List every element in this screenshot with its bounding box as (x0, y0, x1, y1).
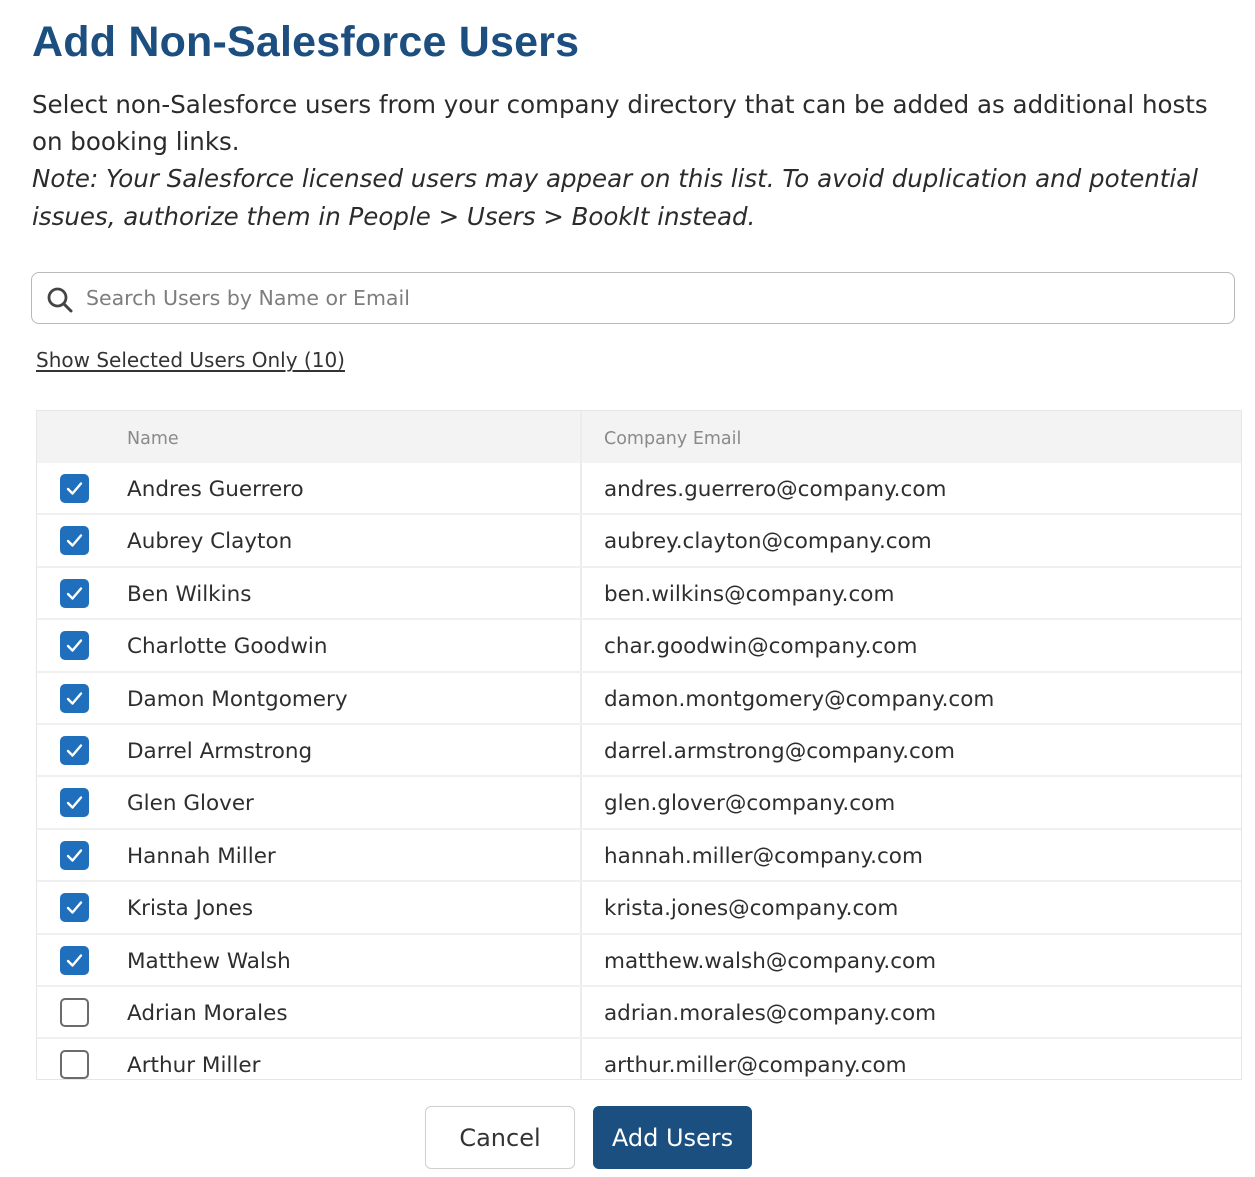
search-input[interactable] (86, 273, 1216, 323)
checkmark-icon (66, 744, 83, 757)
row-checkbox[interactable] (60, 631, 89, 661)
row-checkbox[interactable] (60, 578, 89, 608)
table-row[interactable]: Damon Montgomery damon.montgomery@company… (37, 673, 1241, 725)
row-checkbox[interactable] (60, 997, 89, 1027)
table-header: Name Company Email (37, 411, 1241, 463)
checkmark-icon (66, 901, 83, 914)
row-checkbox[interactable] (60, 840, 89, 870)
add-users-button[interactable]: Add Users (593, 1106, 752, 1169)
table-row[interactable]: Adrian Morales adrian.morales@company.com (37, 987, 1241, 1040)
checkmark-icon (66, 482, 83, 495)
add-users-dialog: Add Non-Salesforce Users Select non-Sale… (0, 0, 1255, 1177)
show-selected-users-link[interactable]: Show Selected Users Only (10) (36, 348, 345, 372)
user-name: Charlotte Goodwin (127, 634, 328, 660)
user-name: Darrel Armstrong (127, 738, 313, 764)
user-name: Glen Glover (127, 791, 254, 817)
dialog-title: Add Non-Salesforce Users (32, 18, 580, 66)
dialog-description: Select non-Salesforce users from your co… (32, 90, 1208, 156)
user-name: Krista Jones (127, 896, 254, 922)
user-name: Hannah Miller (127, 843, 276, 869)
row-checkbox[interactable] (60, 735, 89, 765)
table-row[interactable]: Ben Wilkins ben.wilkins@company.com (37, 568, 1241, 621)
search-icon (46, 286, 74, 314)
user-email: hannah.miller@company.com (604, 843, 923, 869)
row-checkbox[interactable] (60, 893, 89, 923)
search-box[interactable] (31, 272, 1235, 324)
user-email: char.goodwin@company.com (604, 634, 918, 660)
table-row[interactable]: Arthur Miller arthur.miller@company.com (37, 1039, 1241, 1079)
users-table: Name Company Email Andres Guerrero andres… (36, 410, 1242, 1080)
user-email: matthew.walsh@company.com (604, 948, 937, 974)
user-email: andres.guerrero@company.com (604, 477, 947, 502)
user-name: Damon Montgomery (127, 686, 348, 712)
cancel-button[interactable]: Cancel (425, 1106, 575, 1169)
user-name: Ben Wilkins (127, 581, 252, 607)
checkmark-icon (66, 953, 83, 967)
user-email: aubrey.clayton@company.com (604, 529, 932, 555)
table-row[interactable]: Matthew Walsh matthew.walsh@company.com (37, 935, 1241, 987)
table-row[interactable]: Hannah Miller hannah.miller@company.com (37, 830, 1241, 883)
table-row[interactable]: Andres Guerrero andres.guerrero@company.c… (37, 463, 1241, 516)
user-email: darrel.armstrong@company.com (604, 738, 955, 764)
user-email: arthur.miller@company.com (604, 1053, 907, 1079)
checkmark-icon (66, 534, 83, 548)
row-checkbox[interactable] (60, 788, 89, 818)
table-row[interactable]: Glen Glover glen.glover@company.com (37, 777, 1241, 830)
checkmark-icon (66, 587, 83, 600)
table-body: Andres Guerrero andres.guerrero@company.c… (37, 463, 1241, 1079)
checkmark-icon (66, 796, 83, 810)
user-name: Matthew Walsh (127, 948, 291, 974)
checkmark-icon (66, 849, 83, 862)
user-email: krista.jones@company.com (604, 896, 899, 922)
user-email: ben.wilkins@company.com (604, 581, 895, 607)
user-email: glen.glover@company.com (604, 791, 896, 817)
checkmark-icon (66, 691, 83, 705)
column-header-email[interactable]: Company Email (604, 411, 741, 463)
table-row[interactable]: Krista Jones krista.jones@company.com (37, 882, 1241, 935)
user-email: adrian.morales@company.com (604, 1000, 937, 1026)
column-header-name[interactable]: Name (127, 411, 179, 463)
user-name: Arthur Miller (127, 1053, 261, 1079)
user-name: Andres Guerrero (127, 477, 304, 502)
row-checkbox[interactable] (60, 526, 89, 556)
user-email: damon.montgomery@company.com (604, 686, 995, 712)
user-name: Aubrey Clayton (127, 529, 293, 555)
table-row[interactable]: Aubrey Clayton aubrey.clayton@company.com (37, 515, 1241, 568)
table-row[interactable]: Charlotte Goodwin char.goodwin@company.co… (37, 620, 1241, 673)
user-name: Adrian Morales (127, 1000, 288, 1026)
row-checkbox[interactable] (60, 474, 89, 503)
checkmark-icon (66, 639, 83, 652)
row-checkbox[interactable] (60, 1050, 89, 1079)
table-row[interactable]: Darrel Armstrong darrel.armstrong@company… (37, 725, 1241, 778)
row-checkbox[interactable] (60, 683, 89, 713)
row-checkbox[interactable] (60, 945, 89, 975)
dialog-note: Note: Your Salesforce licensed users may… (32, 164, 1199, 231)
